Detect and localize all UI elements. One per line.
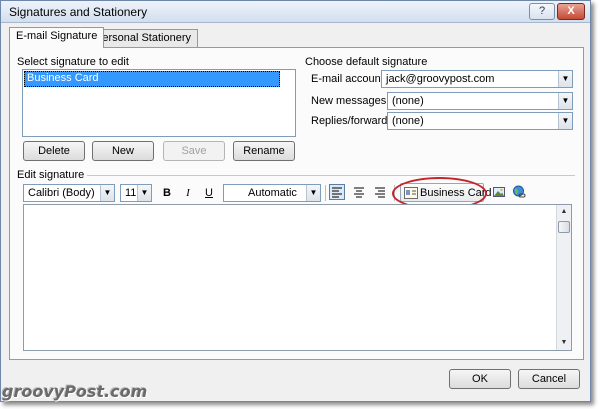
insert-hyperlink-button[interactable] bbox=[511, 185, 527, 201]
rename-button[interactable]: Rename bbox=[233, 141, 295, 161]
scroll-down-icon[interactable]: ▼ bbox=[557, 336, 571, 350]
insert-picture-button[interactable] bbox=[491, 185, 507, 201]
group-divider bbox=[87, 175, 575, 176]
signature-editor[interactable]: ▲ ▼ bbox=[23, 204, 572, 351]
edit-signature-label: Edit signature bbox=[17, 169, 85, 181]
font-color-value: Automatic bbox=[248, 187, 297, 199]
italic-button[interactable]: I bbox=[180, 185, 196, 201]
chevron-down-icon[interactable]: ▼ bbox=[558, 93, 572, 109]
new-messages-label: New messages: bbox=[311, 95, 390, 107]
font-select[interactable]: Calibri (Body) ▼ bbox=[23, 184, 115, 202]
hyperlink-globe-icon bbox=[513, 185, 526, 198]
list-item[interactable]: Business Card bbox=[24, 71, 280, 87]
align-right-icon bbox=[375, 187, 385, 198]
cancel-button[interactable]: Cancel bbox=[518, 369, 580, 389]
signatures-dialog: Signatures and Stationery ? X E-mail Sig… bbox=[0, 0, 591, 402]
chevron-down-icon[interactable]: ▼ bbox=[558, 71, 572, 87]
save-button[interactable]: Save bbox=[163, 141, 225, 161]
underline-button[interactable]: U bbox=[201, 185, 217, 201]
chevron-down-icon[interactable]: ▼ bbox=[558, 113, 572, 129]
font-color-select[interactable]: Automatic ▼ bbox=[223, 184, 321, 202]
align-left-button[interactable] bbox=[329, 184, 345, 200]
toolbar-separator bbox=[325, 185, 326, 201]
new-button[interactable]: New bbox=[92, 141, 154, 161]
picture-icon bbox=[493, 187, 505, 197]
scroll-thumb[interactable] bbox=[558, 221, 570, 233]
select-signature-label: Select signature to edit bbox=[17, 56, 129, 68]
tab-personal-stationery[interactable]: Personal Stationery bbox=[88, 29, 198, 47]
align-right-button[interactable] bbox=[372, 185, 388, 201]
font-size-value: 11 bbox=[125, 187, 137, 199]
tab-label: Personal Stationery bbox=[95, 32, 191, 44]
signature-list[interactable]: Business Card bbox=[22, 69, 296, 137]
align-left-icon bbox=[332, 187, 342, 198]
font-size-select[interactable]: 11 ▼ bbox=[120, 184, 152, 202]
align-center-icon bbox=[354, 187, 364, 198]
email-account-label: E-mail account: bbox=[311, 73, 387, 85]
delete-button[interactable]: Delete bbox=[23, 141, 85, 161]
scroll-up-icon[interactable]: ▲ bbox=[557, 205, 571, 219]
editor-scrollbar[interactable]: ▲ ▼ bbox=[556, 205, 571, 350]
align-center-button[interactable] bbox=[351, 185, 367, 201]
tab-label: E-mail Signature bbox=[16, 30, 98, 42]
email-account-value: jack@groovypost.com bbox=[386, 73, 495, 85]
watermark: groovyPost.com bbox=[2, 382, 148, 401]
close-icon: X bbox=[567, 5, 575, 17]
chevron-down-icon[interactable]: ▼ bbox=[137, 185, 151, 201]
chevron-down-icon[interactable]: ▼ bbox=[306, 185, 320, 201]
replies-select[interactable]: (none) ▼ bbox=[387, 112, 573, 130]
replies-label: Replies/forwards: bbox=[311, 115, 396, 127]
bold-button[interactable]: B bbox=[159, 185, 175, 201]
help-button[interactable]: ? bbox=[529, 3, 555, 20]
new-messages-value: (none) bbox=[392, 95, 424, 107]
tab-email-signature[interactable]: E-mail Signature bbox=[9, 27, 105, 48]
window-title: Signatures and Stationery bbox=[9, 5, 148, 19]
font-value: Calibri (Body) bbox=[28, 187, 95, 199]
title-bar[interactable]: Signatures and Stationery ? X bbox=[1, 1, 590, 23]
chevron-down-icon[interactable]: ▼ bbox=[100, 185, 114, 201]
close-button[interactable]: X bbox=[557, 3, 585, 20]
ok-button[interactable]: OK bbox=[449, 369, 511, 389]
email-account-select[interactable]: jack@groovypost.com ▼ bbox=[381, 70, 573, 88]
replies-value: (none) bbox=[392, 115, 424, 127]
new-messages-select[interactable]: (none) ▼ bbox=[387, 92, 573, 110]
default-signature-heading: Choose default signature bbox=[305, 56, 428, 68]
